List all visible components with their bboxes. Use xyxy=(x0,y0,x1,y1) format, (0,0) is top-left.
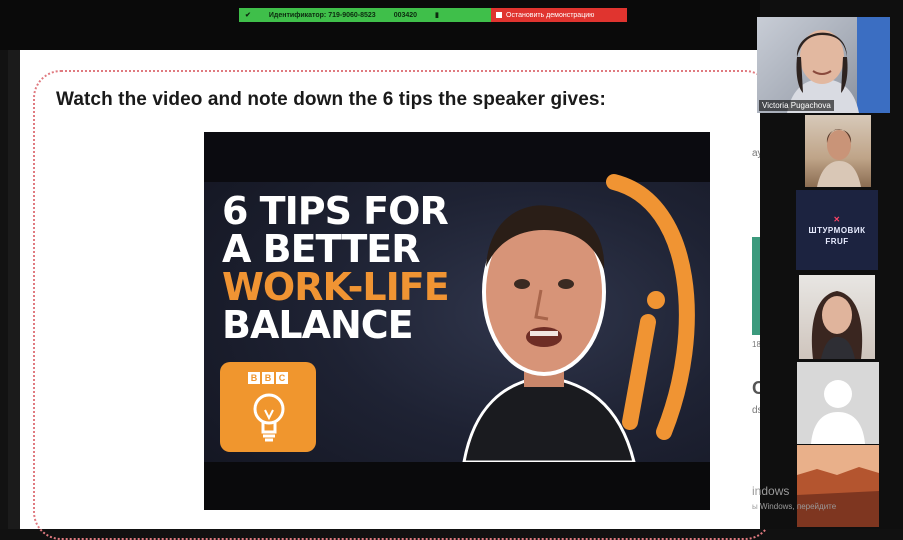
video-tile-speaker[interactable]: Victoria Pugachova xyxy=(757,17,890,113)
landscape-image xyxy=(797,445,879,527)
share-toolbar: ✔ Идентификатор: 719-9060-8523 003420 ▮ … xyxy=(0,0,760,50)
video-thumbnail[interactable]: 6 TIPS FOR A BETTER WORK-LIFE BALANCE B … xyxy=(204,132,710,510)
lock-icon[interactable]: ▮ xyxy=(435,11,439,19)
video-tile-participant-2[interactable] xyxy=(805,115,871,187)
windows-activation-subtext: ы Windows, перейдите xyxy=(752,502,837,511)
bbc-letter-3: C xyxy=(276,372,288,384)
video-title-line1: 6 TIPS FOR xyxy=(222,189,449,233)
user-placeholder-icon xyxy=(811,380,865,444)
bbc-logo: B B C xyxy=(248,372,288,384)
stop-icon xyxy=(496,12,502,18)
lightbulb-icon xyxy=(253,393,285,442)
participant-2-image xyxy=(817,129,861,187)
participant-avatar xyxy=(787,17,890,113)
participant-4-image xyxy=(811,291,863,359)
meeting-id-bar[interactable]: ✔ Идентификатор: 719-9060-8523 003420 ▮ xyxy=(239,8,491,22)
video-tile-participant-3[interactable]: ✕ ШТУРМОВИК FRUF xyxy=(796,190,878,270)
shield-icon: ✔ xyxy=(245,12,251,19)
participant-3-line1: ШТУРМОВИК xyxy=(808,225,866,235)
participant-name-label: Victoria Pugachova xyxy=(759,100,834,111)
windows-activation-watermark: indows xyxy=(752,484,790,498)
video-title: 6 TIPS FOR A BETTER WORK-LIFE BALANCE xyxy=(222,189,450,347)
participant-3-line2: FRUF xyxy=(825,236,849,246)
bbc-letter-2: B xyxy=(262,372,274,384)
slide-left-edge xyxy=(8,50,20,529)
video-tile-participant-4[interactable] xyxy=(799,275,875,359)
video-title-line3: WORK-LIFE xyxy=(222,265,450,309)
slide-heading: Watch the video and note down the 6 tips… xyxy=(56,89,606,110)
zoom-screen-share: ✔ Идентификатор: 719-9060-8523 003420 ▮ … xyxy=(0,0,903,540)
timer-text: 003420 xyxy=(393,11,418,19)
bbc-logo-tile: B B C xyxy=(220,362,316,452)
video-tile-participant-5[interactable] xyxy=(797,362,879,444)
bbc-letter-1: B xyxy=(248,372,260,384)
video-tile-participant-6[interactable] xyxy=(797,445,879,527)
presenter-image xyxy=(462,205,636,462)
stop-share-button[interactable]: Остановить демонстрацию xyxy=(491,8,627,22)
gamepad-icon: ✕ xyxy=(833,214,841,224)
stop-share-label: Остановить демонстрацию xyxy=(506,11,595,19)
meeting-id-text: Идентификатор: 719-9060-8523 xyxy=(268,11,376,19)
video-title-line2: A BETTER xyxy=(222,227,420,271)
video-title-line4: BALANCE xyxy=(222,303,414,347)
